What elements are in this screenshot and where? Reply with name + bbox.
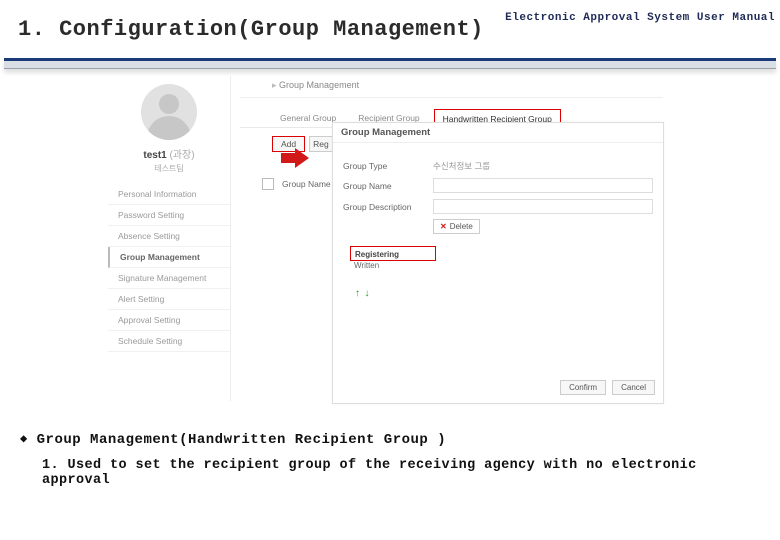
confirm-button[interactable]: Confirm [560, 380, 606, 395]
slide-title: 1. Configuration(Group Management) [18, 17, 484, 42]
popup-title: Group Management [333, 123, 663, 143]
reg-button[interactable]: Reg [309, 136, 333, 152]
slide-header: 1. Configuration(Group Management) Elect… [0, 0, 780, 58]
user-name: test1 (과장) [108, 146, 230, 161]
input-group-desc[interactable] [433, 199, 653, 214]
label-group-desc: Group Description [343, 202, 433, 212]
label-group-name: Group Name [343, 181, 433, 191]
move-up-icon[interactable]: ↑ [354, 288, 361, 299]
sidebar-item-group-mgmt[interactable]: Group Management [108, 247, 230, 268]
sidebar-item-schedule[interactable]: Schedule Setting [108, 331, 230, 352]
cancel-button[interactable]: Cancel [612, 380, 655, 395]
header-divider [4, 58, 776, 69]
manual-subtitle: Electronic Approval System User Manual [505, 12, 775, 24]
popup-tab-type [339, 149, 353, 155]
sidebar-item-signature[interactable]: Signature Management [108, 268, 230, 289]
section-heading: ◆ Group Management(Handwritten Recipient… [20, 432, 765, 448]
sidebar-item-approval[interactable]: Approval Setting [108, 310, 230, 331]
input-group-name[interactable] [433, 178, 653, 193]
popup-footer: Confirm Cancel [560, 380, 655, 395]
row-group-type: Group Type 수신처정보 그룹 [343, 157, 653, 175]
diamond-bullet-icon: ◆ [20, 432, 28, 446]
list-header-label: Group Name [282, 179, 331, 189]
section-heading-text: Group Management(Handwritten Recipient G… [37, 432, 446, 448]
popup-tabs [333, 143, 663, 155]
popup-body: Group Type 수신처정보 그룹 Group Name Group Des… [333, 155, 663, 299]
breadcrumb: Group Management [240, 76, 663, 98]
sidebar: test1 (과장) 테스트팀 Personal Information Pas… [108, 76, 231, 401]
registering-section: Registering [350, 246, 436, 261]
sidebar-item-absence[interactable]: Absence Setting [108, 226, 230, 247]
sidebar-item-alert[interactable]: Alert Setting [108, 289, 230, 310]
row-group-name: Group Name [343, 175, 653, 196]
avatar [141, 84, 197, 140]
sidebar-item-personal-info[interactable]: Personal Information [108, 184, 230, 205]
body-text: ◆ Group Management(Handwritten Recipient… [20, 432, 765, 488]
registering-label: Registering [355, 250, 431, 259]
move-down-icon[interactable]: ↓ [364, 288, 371, 299]
sidebar-item-password[interactable]: Password Setting [108, 205, 230, 226]
written-label: Written [354, 261, 653, 270]
sidebar-list: Personal Information Password Setting Ab… [108, 184, 230, 352]
highlight-arrow-icon [281, 149, 309, 167]
group-popup: Group Management Group Type 수신처정보 그룹 Gro… [332, 122, 664, 404]
section-line-1: 1. Used to set the recipient group of th… [20, 458, 765, 488]
row-group-desc: Group Description [343, 196, 653, 217]
user-name-main: test1 [143, 150, 166, 161]
user-dept: 테스트팀 [108, 163, 230, 174]
select-all-checkbox[interactable] [262, 178, 274, 190]
delete-label: Delete [450, 222, 473, 231]
order-controls: ↑ ↓ [354, 288, 653, 299]
delete-button[interactable]: ✕ Delete [433, 219, 480, 234]
screenshot: test1 (과장) 테스트팀 Personal Information Pas… [108, 76, 673, 401]
user-name-suffix: (과장) [170, 150, 195, 161]
list-header: Group Name [262, 178, 331, 190]
label-group-type: Group Type [343, 161, 433, 171]
value-group-type: 수신처정보 그룹 [433, 160, 653, 172]
close-icon: ✕ [440, 222, 447, 231]
